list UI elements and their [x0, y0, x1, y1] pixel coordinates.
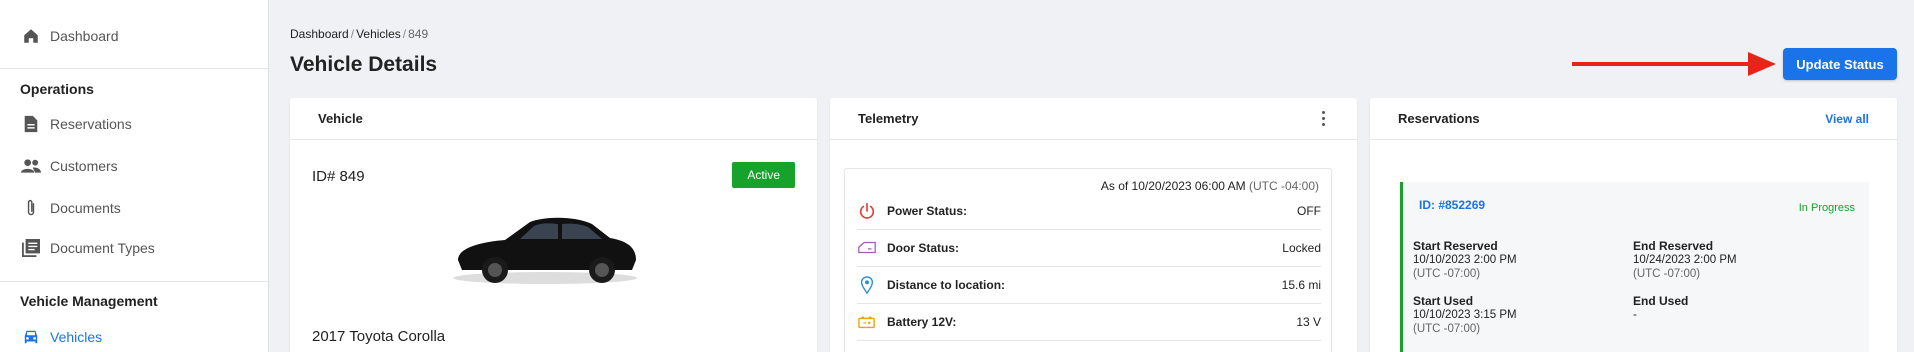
car-icon — [20, 326, 42, 348]
sidebar-item-label: Customers — [50, 158, 118, 174]
battery-icon — [857, 312, 877, 332]
sidebar-section-vehicle-management: Vehicle Management — [20, 293, 158, 309]
breadcrumb-current: 849 — [408, 27, 429, 41]
sidebar-item-document-types[interactable]: Document Types — [20, 233, 155, 263]
home-icon — [20, 25, 42, 47]
start-reserved: Start Reserved 10/10/2023 2:00 PM (UTC -… — [1413, 239, 1517, 280]
car-door-icon — [857, 238, 877, 258]
sidebar: Dashboard Operations Reservations Custom… — [0, 0, 269, 352]
end-reserved: End Reserved 10/24/2023 2:00 PM (UTC -07… — [1633, 239, 1737, 280]
breadcrumb-separator: / — [402, 27, 407, 41]
end-used: End Used - — [1633, 294, 1689, 321]
sidebar-item-customers[interactable]: Customers — [20, 151, 118, 181]
telemetry-timestamp: As of 10/20/2023 06:00 AM (UTC -04:00) — [1100, 179, 1319, 193]
vehicle-card-header: Vehicle — [290, 98, 817, 140]
sidebar-item-vehicles[interactable]: Vehicles — [20, 322, 102, 352]
telemetry-card: Telemetry As of 10/20/2023 06:00 AM (UTC… — [830, 98, 1357, 352]
people-icon — [20, 155, 42, 177]
telemetry-panel: As of 10/20/2023 06:00 AM (UTC -04:00) P… — [844, 168, 1332, 352]
view-all-link[interactable]: View all — [1825, 112, 1869, 126]
update-status-button[interactable]: Update Status — [1783, 48, 1897, 80]
telemetry-row-door: Door Status: Locked — [857, 230, 1321, 267]
library-icon — [20, 237, 42, 259]
card-title: Reservations — [1398, 111, 1480, 126]
reservations-card: Reservations View all ID: #852269 In Pro… — [1370, 98, 1897, 352]
status-badge: Active — [732, 162, 795, 188]
start-used: Start Used 10/10/2023 3:15 PM (UTC -07:0… — [1413, 294, 1517, 335]
breadcrumb-dashboard[interactable]: Dashboard — [290, 27, 349, 41]
sidebar-item-documents[interactable]: Documents — [20, 193, 121, 223]
more-options-icon[interactable] — [1318, 107, 1329, 130]
sidebar-item-label: Document Types — [50, 240, 155, 256]
vehicle-card: Vehicle ID# 849 Active 2017 Toyota Corol… — [290, 98, 817, 352]
reservation-id-link[interactable]: ID: #852269 — [1419, 198, 1485, 212]
page-title: Vehicle Details — [290, 53, 438, 76]
breadcrumb: Dashboard / Vehicles / 849 — [290, 27, 428, 41]
telemetry-card-header: Telemetry — [830, 98, 1357, 140]
sidebar-divider — [0, 68, 269, 69]
sidebar-section-operations: Operations — [20, 81, 94, 97]
vehicle-name: 2017 Toyota Corolla — [312, 328, 446, 345]
reservation-item: ID: #852269 In Progress Start Reserved 1… — [1400, 182, 1869, 352]
vehicle-image — [453, 217, 637, 284]
location-pin-icon — [857, 275, 877, 295]
telemetry-row-battery: Battery 12V: 13 V — [857, 304, 1321, 341]
sidebar-item-reservations[interactable]: Reservations — [20, 109, 132, 139]
sidebar-item-dashboard[interactable]: Dashboard — [20, 21, 119, 51]
sidebar-item-label: Dashboard — [50, 28, 119, 44]
breadcrumb-vehicles[interactable]: Vehicles — [356, 27, 401, 41]
breadcrumb-separator: / — [350, 27, 355, 41]
sidebar-item-label: Reservations — [50, 116, 132, 132]
telemetry-row-distance: Distance to location: 15.6 mi — [857, 267, 1321, 304]
telemetry-row-power: Power Status: OFF — [857, 193, 1321, 230]
sidebar-divider — [0, 281, 269, 282]
sidebar-item-label: Documents — [50, 200, 121, 216]
paperclip-icon — [20, 197, 42, 219]
red-arrow-annotation — [1572, 52, 1776, 76]
card-title: Telemetry — [858, 111, 919, 126]
document-icon — [20, 113, 42, 135]
sidebar-item-label: Vehicles — [50, 329, 103, 345]
reservations-card-header: Reservations View all — [1370, 98, 1897, 140]
power-icon — [857, 201, 877, 221]
vehicle-id: ID# 849 — [312, 168, 365, 185]
card-title: Vehicle — [318, 111, 363, 126]
reservation-status: In Progress — [1798, 202, 1855, 214]
